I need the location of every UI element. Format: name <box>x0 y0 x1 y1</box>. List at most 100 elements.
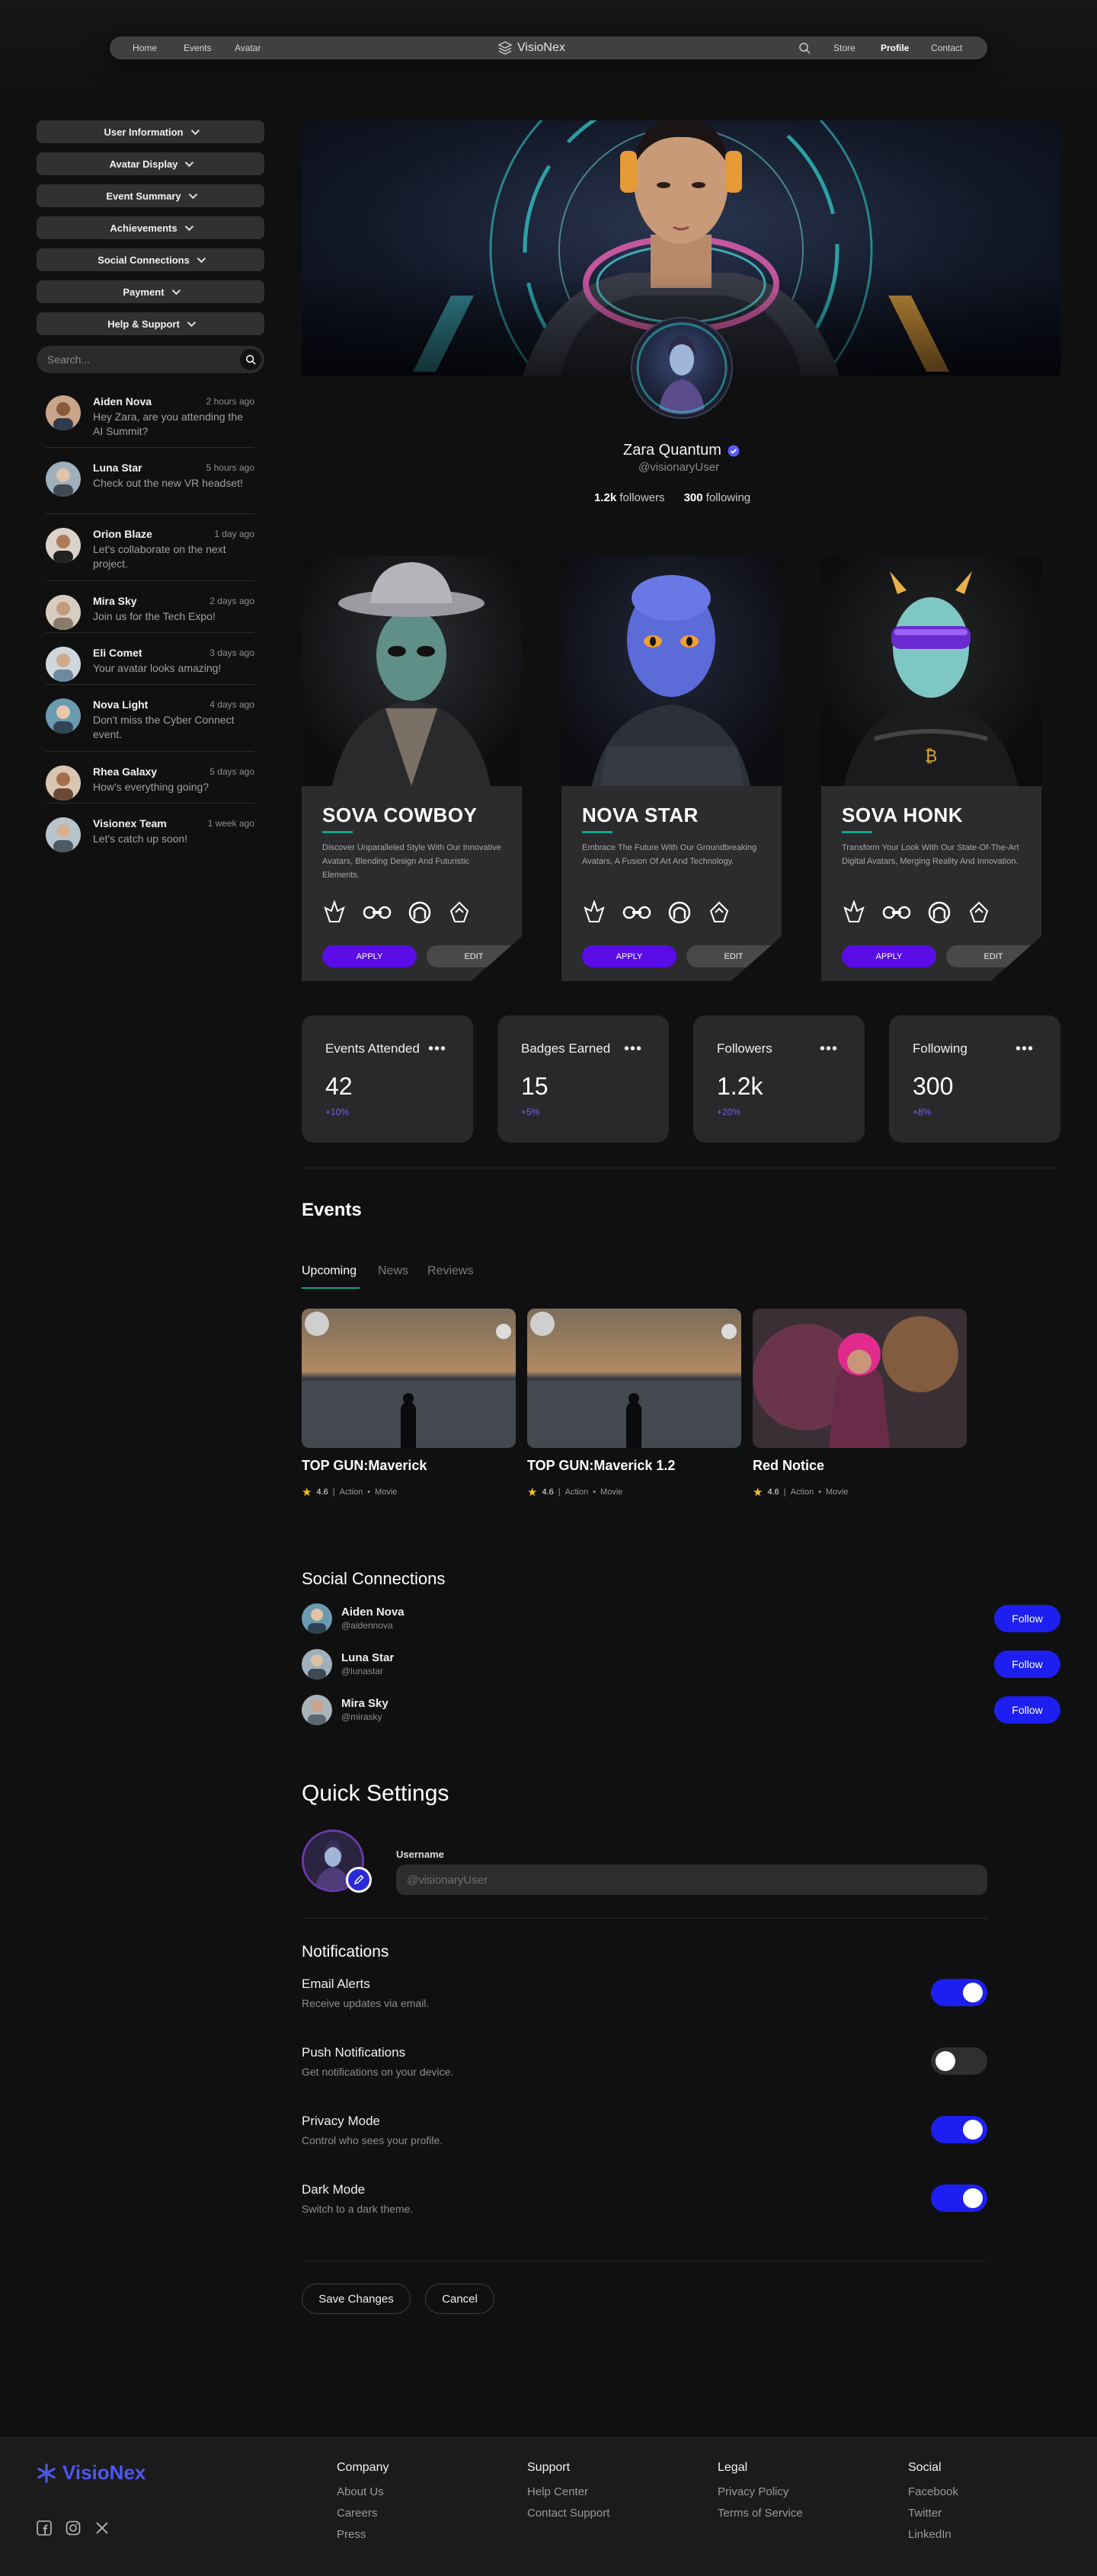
apply-button[interactable]: APPLY <box>582 945 676 967</box>
message-sender: Visionex Team <box>93 817 167 829</box>
follow-button[interactable]: Follow <box>994 1605 1060 1632</box>
message-time: 1 week ago <box>207 818 254 829</box>
event-meta: ★ 4.6 | Action • Movie <box>753 1485 848 1499</box>
avatar-card-panel: SOVA COWBOY Discover Unparalleled Style … <box>302 786 522 981</box>
helmet-badge-icon <box>928 901 951 924</box>
settings-divider <box>302 1918 987 1919</box>
message-sender: Eli Comet <box>93 647 142 659</box>
message-item[interactable]: Rhea Galaxy 5 days ago How's everything … <box>46 765 254 811</box>
footer-link[interactable]: Contact Support <box>527 2503 609 2524</box>
nav-avatar[interactable]: Avatar <box>235 37 261 59</box>
setting-title: Privacy Mode <box>302 2114 380 2128</box>
top-bar: Home Events Avatar VisioNex Store Profil… <box>0 0 1097 97</box>
push-notifications-toggle[interactable] <box>931 2047 987 2075</box>
follow-button[interactable]: Follow <box>994 1651 1060 1678</box>
message-item[interactable]: Mira Sky 2 days ago Join us for the Tech… <box>46 595 254 641</box>
menu-event-summary[interactable]: Event Summary <box>37 184 264 207</box>
message-time: 5 days ago <box>209 766 254 777</box>
avatar <box>302 1649 332 1680</box>
message-item[interactable]: Visionex Team 1 week ago Let's catch up … <box>46 817 254 863</box>
tab-upcoming[interactable]: Upcoming <box>302 1264 357 1278</box>
footer-link[interactable]: Press <box>337 2524 389 2546</box>
menu-user-information[interactable]: User Information <box>37 120 264 143</box>
footer-link[interactable]: Careers <box>337 2503 389 2524</box>
footer-logo[interactable]: VisioNex <box>37 2461 146 2485</box>
menu-payment[interactable]: Payment <box>37 280 264 303</box>
apply-button[interactable]: APPLY <box>322 945 417 967</box>
message-item[interactable]: Orion Blaze 1 day ago Let's collaborate … <box>46 528 254 574</box>
event-card[interactable]: TOP GUN:Maverick 1.2 ★ 4.6 | Action • Movie <box>527 1309 741 1499</box>
instagram-icon[interactable] <box>66 2520 81 2536</box>
footer-link[interactable]: Privacy Policy <box>718 2482 803 2503</box>
nav-contact[interactable]: Contact <box>931 37 962 59</box>
apply-button[interactable]: APPLY <box>842 945 936 967</box>
tab-reviews[interactable]: Reviews <box>427 1264 473 1278</box>
profile-avatar[interactable] <box>632 318 731 417</box>
setting-title: Push Notifications <box>302 2045 406 2060</box>
event-rating: 4.6 <box>542 1488 554 1497</box>
menu-achievements[interactable]: Achievements <box>37 216 264 239</box>
more-options-icon[interactable]: ••• <box>820 1040 838 1058</box>
email-alerts-toggle[interactable] <box>931 1979 987 2006</box>
search-button[interactable] <box>240 349 261 370</box>
edit-button[interactable]: EDIT <box>946 945 1041 967</box>
search-icon[interactable] <box>798 42 811 54</box>
edit-button[interactable]: EDIT <box>686 945 781 967</box>
footer-link[interactable]: About Us <box>337 2482 389 2503</box>
privacy-mode-toggle[interactable] <box>931 2116 987 2143</box>
event-genre: Action <box>564 1488 589 1497</box>
edit-button[interactable]: EDIT <box>427 945 521 967</box>
footer-link[interactable]: LinkedIn <box>908 2524 958 2546</box>
more-options-icon[interactable]: ••• <box>428 1040 446 1058</box>
connection-handle: @aidennova <box>341 1620 393 1631</box>
edit-avatar-button[interactable] <box>346 1867 372 1893</box>
message-sender: Aiden Nova <box>93 395 152 407</box>
meta-dot: • <box>367 1488 371 1497</box>
menu-label: Achievements <box>110 222 178 234</box>
menu-avatar-display[interactable]: Avatar Display <box>37 152 264 175</box>
title-underline <box>582 831 612 833</box>
menu-help-support[interactable]: Help & Support <box>37 312 264 335</box>
footer-link[interactable]: Twitter <box>908 2503 958 2524</box>
save-changes-button[interactable]: Save Changes <box>302 2284 411 2314</box>
dark-mode-toggle[interactable] <box>931 2184 987 2212</box>
footer-link[interactable]: Terms of Service <box>718 2503 803 2524</box>
follow-button[interactable]: Follow <box>994 1696 1060 1724</box>
username-input[interactable] <box>396 1865 987 1895</box>
avatar-card: ₿ SOVA HONK Transform Your Look With Our… <box>821 556 1041 981</box>
stat-tile-followers: Followers ••• 1.2k +20% <box>693 1015 865 1143</box>
facebook-icon[interactable] <box>37 2520 52 2536</box>
message-item[interactable]: Luna Star 5 hours ago Check out the new … <box>46 462 254 507</box>
nav-home[interactable]: Home <box>133 37 157 59</box>
link-badge-icon <box>363 906 392 919</box>
more-options-icon[interactable]: ••• <box>1015 1040 1034 1058</box>
avatar-card: SOVA COWBOY Discover Unparalleled Style … <box>302 556 522 981</box>
menu-label: Help & Support <box>107 318 180 330</box>
avatar-card-icons <box>842 900 991 925</box>
footer-link[interactable]: Facebook <box>908 2482 958 2503</box>
event-card[interactable]: Red Notice ★ 4.6 | Action • Movie <box>753 1309 967 1499</box>
message-text: Join us for the Tech Expo! <box>93 610 216 622</box>
more-options-icon[interactable]: ••• <box>624 1040 642 1058</box>
menu-social-connections[interactable]: Social Connections <box>37 248 264 271</box>
nav-store[interactable]: Store <box>833 37 856 59</box>
footer-link[interactable]: Help Center <box>527 2482 609 2503</box>
message-item[interactable]: Eli Comet 3 days ago Your avatar looks a… <box>46 647 254 692</box>
event-card[interactable]: TOP GUN:Maverick ★ 4.6 | Action • Movie <box>302 1309 516 1499</box>
nav-profile[interactable]: Profile <box>881 37 909 59</box>
follow-stats: 1.2k followers 300 following <box>594 491 750 504</box>
message-text: Don't miss the Cyber Connect event. <box>93 714 235 740</box>
event-title: Red Notice <box>753 1458 825 1473</box>
following-label[interactable]: following <box>706 491 750 504</box>
message-item[interactable]: Aiden Nova 2 hours ago Hey Zara, are you… <box>46 395 254 441</box>
cancel-button[interactable]: Cancel <box>425 2284 494 2314</box>
x-twitter-icon[interactable] <box>94 2520 110 2536</box>
sidebar-search-input[interactable] <box>47 346 230 373</box>
followers-label[interactable]: followers <box>619 491 664 504</box>
nav-events[interactable]: Events <box>184 37 212 59</box>
brand-logo[interactable]: VisioNex <box>497 37 565 59</box>
tab-news[interactable]: News <box>378 1264 408 1278</box>
chevron-down-icon <box>184 222 193 232</box>
connection-handle: @lunastar <box>341 1666 383 1676</box>
message-item[interactable]: Nova Light 4 days ago Don't miss the Cyb… <box>46 698 254 744</box>
